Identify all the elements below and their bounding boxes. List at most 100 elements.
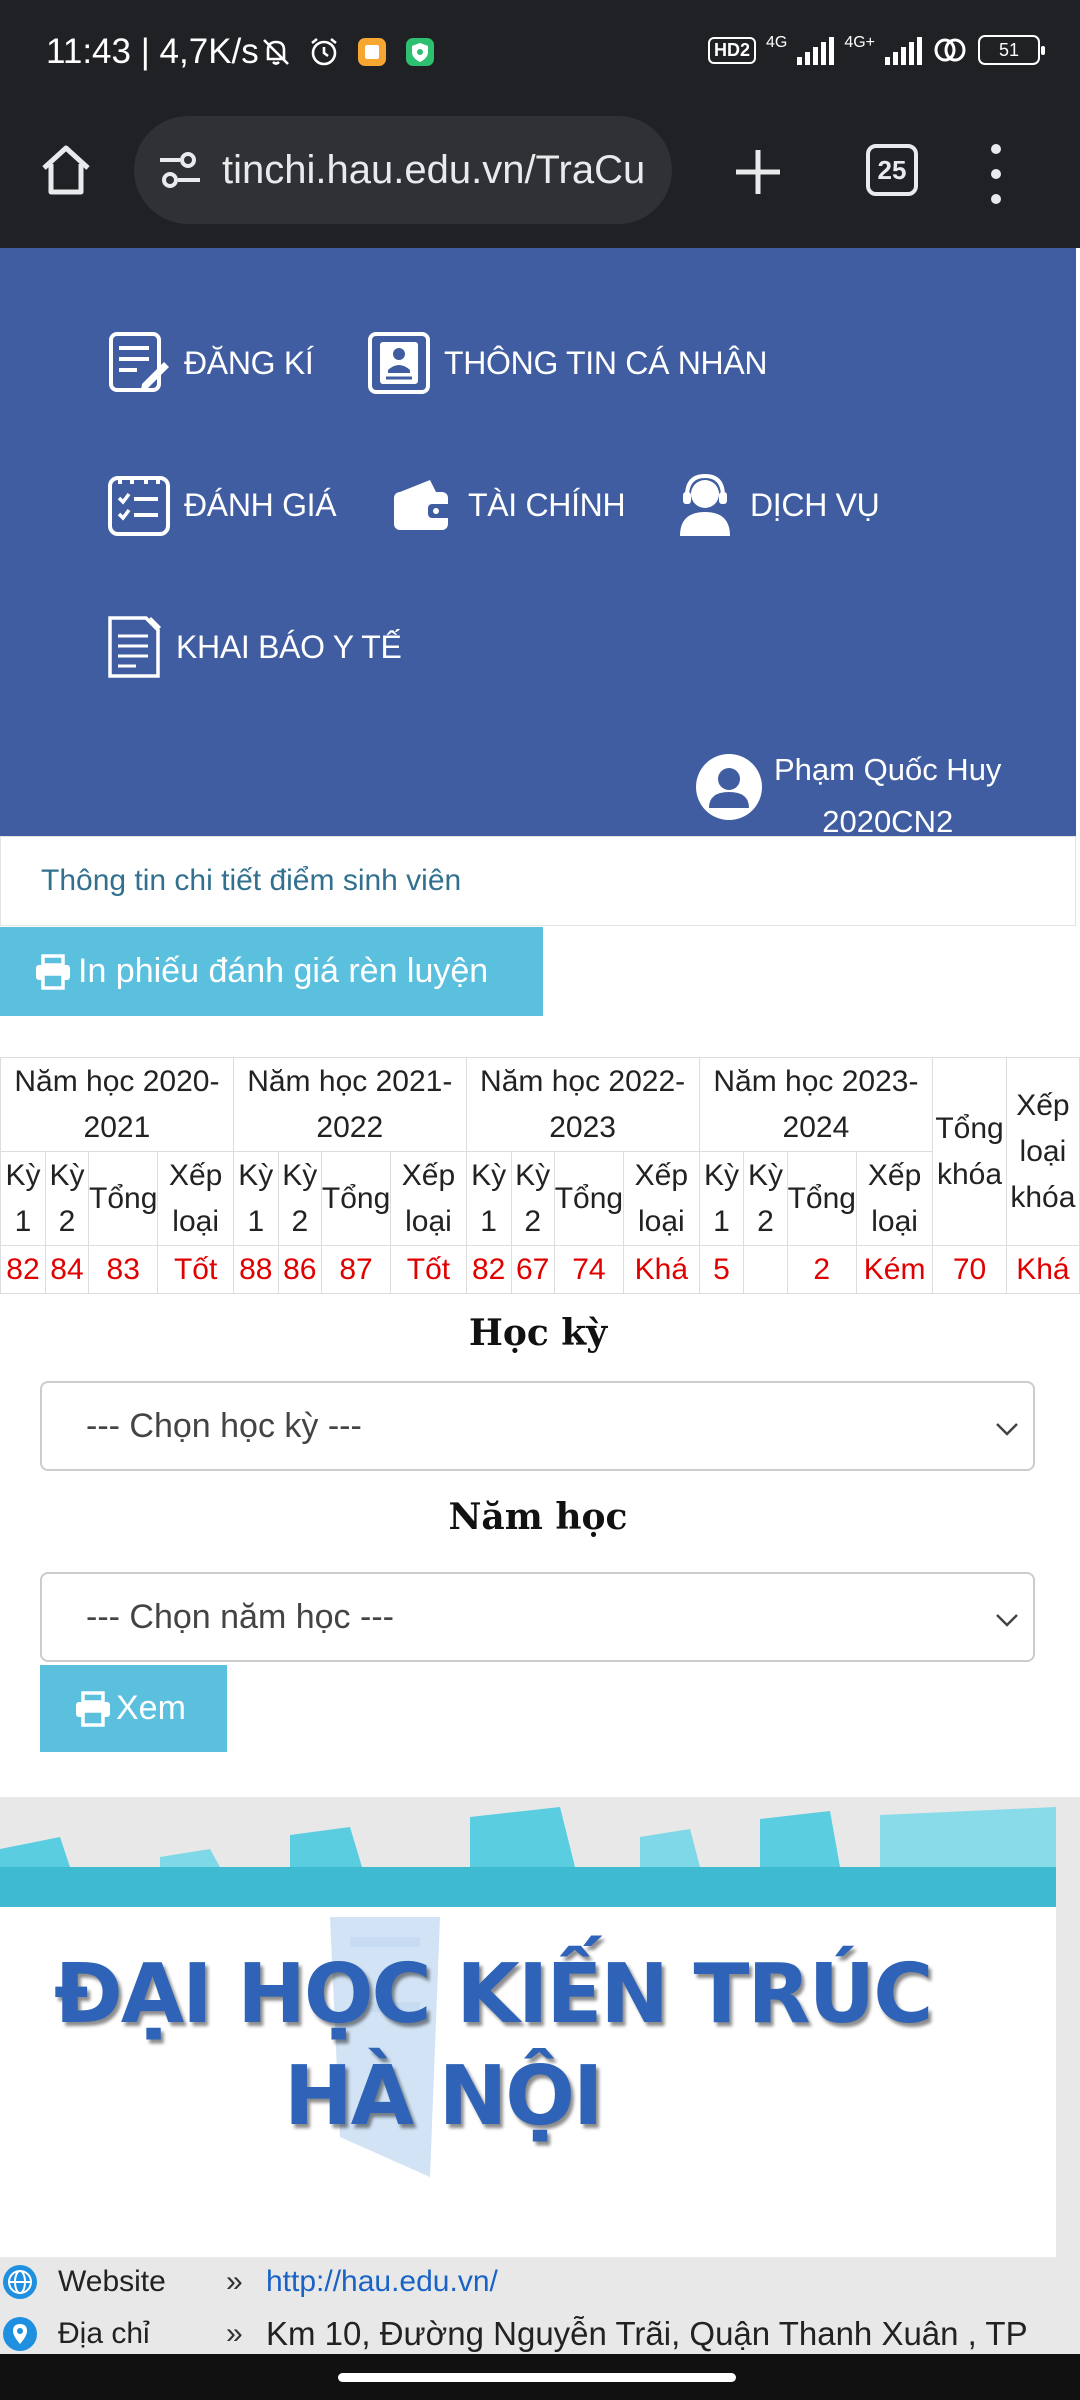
nav-item-evaluation[interactable]: ĐÁNH GIÁ [106,472,337,538]
status-bar: 11:43 | 4,7K/s HD2 4G 4G+ 51 [0,0,1080,108]
year-header: Năm học 2021-2022 [232,1057,467,1152]
map-pin-icon [2,2316,38,2352]
network-type-1: 4G [765,34,788,51]
nav-item-label: THÔNG TIN CÁ NHÂN [444,344,768,381]
wallet-icon [390,472,456,538]
year-header: Năm học 2022-2023 [465,1057,700,1152]
health-declaration-icon [106,614,164,680]
sub-header: Tổng [320,1151,392,1246]
score-cell [743,1245,788,1294]
score-cell: 5 [698,1245,745,1294]
signal-icon [797,35,835,65]
user-name: Phạm Quốc Huy [774,752,1002,787]
status-left-icons [258,34,438,70]
score-cell: 88 [232,1245,279,1294]
chevron-down-icon [993,1604,1021,1632]
sub-header: Kỳ 2 [44,1151,90,1246]
year-header: Năm học 2020-2021 [0,1057,234,1152]
sub-header: Tổng [88,1151,159,1246]
scores-table: Năm học 2020-2021 Năm học 2021-2022 Năm … [0,1057,1080,1294]
vpn-shield-icon [402,34,438,70]
tab-count: 25 [877,154,907,185]
semester-select-value: --- Chọn học kỳ --- [86,1406,362,1445]
panel-heading: Thông tin chi tiết điểm sinh viên [0,836,1076,926]
home-icon[interactable] [36,140,96,200]
link-icon [932,32,968,68]
more-menu-icon[interactable] [986,144,1006,204]
footer: ĐẠI HỌC KIẾN TRÚC HÀ NỘI Website » http:… [0,1797,1080,2354]
score-cell: 82 [0,1245,46,1294]
year-select[interactable]: --- Chọn năm học --- [40,1572,1035,1662]
address-label: Địa chỉ [58,2317,150,2350]
chevron-down-icon [993,1413,1021,1441]
sub-header: Tổng [553,1151,625,1246]
footer-address-row: Địa chỉ » Km 10, Đường Nguyễn Trãi, Quận… [0,2309,1080,2354]
score-cell: 83 [88,1245,159,1294]
sub-header: Kỳ 1 [232,1151,279,1246]
total-header: Tổng khóa [932,1057,1007,1246]
url-text[interactable]: tinchi.hau.edu.vn/TraCu [222,148,645,193]
sub-header: Xếp loại [157,1151,234,1246]
score-cell: 74 [553,1245,625,1294]
print-button-label: In phiếu đánh giá rèn luyện [78,952,489,990]
signal-icon [885,35,922,65]
score-cell: 86 [277,1245,322,1294]
user-info[interactable]: Phạm Quốc Huy 2020CN2 [696,744,1001,848]
sub-header: Xếp loại [623,1151,700,1246]
mute-icon [258,34,294,70]
semester-select[interactable]: --- Chọn học kỳ --- [40,1381,1035,1471]
nav-item-health-declaration[interactable]: KHAI BÁO Y TẾ [106,614,402,680]
sub-header: Kỳ 2 [743,1151,788,1246]
website-label: Website [58,2265,166,2298]
university-logo-line1: ĐẠI HỌC KIẾN TRÚC [54,1947,933,2042]
arrow-icon: » [226,2317,243,2350]
print-icon [34,953,72,990]
sub-header: Kỳ 2 [510,1151,555,1246]
nav-item-label: TÀI CHÍNH [468,486,626,523]
print-icon [74,1690,112,1727]
register-form-icon [106,330,172,396]
website-link[interactable]: http://hau.edu.vn/ [266,2265,498,2299]
nav-item-label: KHAI BÁO Y TẾ [176,628,402,665]
table-row: Kỳ 1 Kỳ 2 Tổng Xếp loại Kỳ 1 Kỳ 2 Tổng X… [0,1151,1080,1246]
gesture-handle[interactable] [338,2373,736,2382]
rank-cell: Khá [1005,1245,1080,1294]
sub-header: Xếp loại [390,1151,467,1246]
sub-header: Tổng [786,1151,857,1246]
nav-item-label: ĐĂNG KÍ [184,344,314,381]
tabs-icon[interactable]: 25 [866,144,918,196]
address-bar[interactable]: tinchi.hau.edu.vn/TraCu [134,116,672,224]
status-right-icons: HD2 4G 4G+ 51 [707,32,1045,68]
table-row: 82 84 83 Tốt 88 86 87 Tốt 82 67 74 Khá 5… [0,1245,1080,1294]
score-cell: Tốt [390,1245,467,1294]
battery-icon: 51 [978,35,1045,65]
print-evaluation-button[interactable]: In phiếu đánh giá rèn luyện [0,927,543,1016]
score-cell: 87 [320,1245,392,1294]
total-score-cell: 70 [932,1245,1007,1294]
score-cell: 67 [510,1245,555,1294]
sub-header: Kỳ 1 [698,1151,745,1246]
nav-item-services[interactable]: DỊCH VỤ [672,472,880,538]
nav-item-label: ĐÁNH GIÁ [184,486,337,523]
checklist-icon [106,472,172,538]
nav-item-personal-info[interactable]: THÔNG TIN CÁ NHÂN [366,330,768,396]
view-button-label: Xem [116,1689,186,1727]
table-row: Năm học 2020-2021 Năm học 2021-2022 Năm … [0,1057,1080,1246]
network-type-2: 4G+ [844,34,875,51]
support-agent-icon [672,472,738,538]
avatar [696,754,762,820]
alarm-icon [306,34,342,70]
sub-header: Kỳ 1 [465,1151,512,1246]
view-button[interactable]: Xem [40,1665,227,1752]
nav-item-finance[interactable]: TÀI CHÍNH [390,472,626,538]
globe-icon [2,2264,38,2300]
sub-header: Kỳ 1 [0,1151,46,1246]
plus-icon[interactable] [728,142,788,202]
profile-card-icon [366,330,432,396]
site-settings-icon[interactable] [154,144,206,196]
main-nav-panel: ĐĂNG KÍ THÔNG TIN CÁ NHÂN ĐÁNH GIÁ TÀI C… [0,248,1076,839]
network-speed: 4,7K/s [159,32,259,71]
rank-header: Xếp loại khóa [1005,1057,1080,1246]
nav-item-register[interactable]: ĐĂNG KÍ [106,330,314,396]
university-logo-line2: HÀ NỘI [284,2049,603,2144]
